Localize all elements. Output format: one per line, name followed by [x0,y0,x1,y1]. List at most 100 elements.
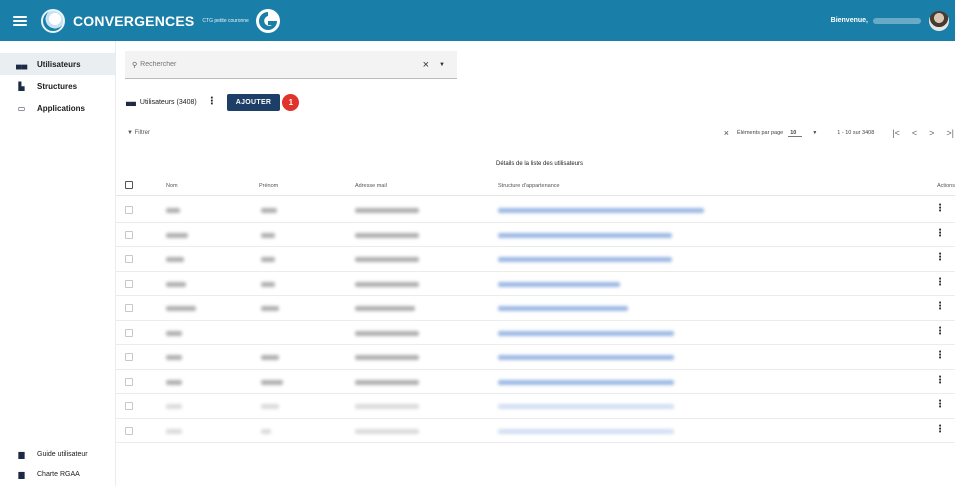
more-options-icon[interactable]: ⋮ [207,97,217,107]
chevron-down-icon[interactable]: ▼ [812,130,817,136]
cell-nom-redacted [166,355,182,360]
row-actions-icon[interactable]: ⋮ [935,326,945,337]
row-checkbox[interactable] [125,328,133,337]
cell-prenom-redacted [261,232,275,238]
sidebar-item-utilisateurs[interactable]: ▄▄ Utilisateurs [0,53,115,75]
sidebar-item-label: Utilisateurs [37,59,81,69]
cell-prenom-redacted [261,208,277,213]
filter-row: ▼ Filtrer × Éléments par page 10 ▼ 1 - 1… [127,126,954,140]
convergences-logo [41,8,65,33]
sidebar-item-charte[interactable]: ▆ Charte RGAA [0,464,115,484]
cell-prenom-redacted [261,257,275,262]
row-checkbox[interactable] [125,255,133,263]
cell-structure-redacted [498,404,674,409]
book-icon: ▆ [18,449,25,459]
row-actions-icon[interactable]: ⋮ [935,400,945,410]
hamburger-icon[interactable] [13,15,27,26]
cell-mail-redacted [355,379,419,385]
cell-structure-redacted [498,428,674,434]
add-user-button[interactable]: AJOUTER [226,93,281,111]
row-actions-icon[interactable]: ⋮ [935,277,945,288]
search-field[interactable]: ⚲ × ▼ [125,51,457,79]
cell-prenom-redacted [261,428,271,434]
row-actions-icon[interactable]: ⋮ [935,253,945,263]
cell-structure-redacted [498,379,674,385]
sidebar-item-label: Applications [37,103,86,113]
next-page-button[interactable]: > [929,128,934,138]
cell-mail-redacted [355,281,419,287]
row-actions-icon[interactable]: ⋮ [935,302,945,312]
table-row[interactable]: ⋮ [116,419,955,443]
first-page-button[interactable]: |< [892,128,900,138]
row-checkbox[interactable] [125,402,133,410]
building-icon: ▙ [18,81,25,91]
table-row[interactable]: ⋮ [116,198,955,223]
table-row[interactable]: ⋮ [116,394,955,419]
select-all-checkbox[interactable] [125,181,133,189]
sidebar-item-label: Guide utilisateur [37,450,88,458]
col-structure[interactable]: Structure d'appartenance [498,183,560,189]
window-icon: ▭ [17,103,26,113]
row-actions-icon[interactable]: ⋮ [935,228,945,239]
row-actions-icon[interactable]: ⋮ [935,204,945,214]
table-row[interactable]: ⋮ [116,345,955,370]
cell-structure-redacted [498,281,620,287]
cell-nom-redacted [166,281,186,287]
sidebar-item-applications[interactable]: ▭ Applications [0,97,115,119]
cell-nom-redacted [166,330,182,336]
sidebar-item-guide[interactable]: ▆ Guide utilisateur [0,444,115,464]
col-prenom[interactable]: Prénom [259,183,278,189]
table-row[interactable]: ⋮ [116,296,955,321]
prev-page-button[interactable]: < [912,128,917,138]
row-checkbox[interactable] [125,304,133,312]
clear-icon[interactable]: × [423,59,429,71]
row-checkbox[interactable] [125,377,133,386]
cell-prenom-redacted [261,355,279,360]
col-actions: Actions [936,182,955,189]
cell-structure-redacted [498,330,674,336]
row-actions-icon[interactable]: ⋮ [935,375,945,386]
cell-structure-redacted [498,208,704,213]
clear-filter-icon[interactable]: × [724,128,729,138]
search-input[interactable] [140,61,423,68]
sidebar-item-structures[interactable]: ▙ Structures [0,75,115,97]
col-mail[interactable]: Adresse mail [355,183,387,189]
cell-nom-redacted [166,257,184,262]
chevron-down-icon[interactable]: ▼ [439,62,445,68]
table-row[interactable]: ⋮ [116,370,955,394]
filter-label: Filtrer [134,130,150,136]
table-caption: Détails de la liste des utilisateurs [496,161,584,167]
table-row[interactable]: ⋮ [116,223,955,247]
cell-prenom-redacted [261,281,275,287]
row-actions-icon[interactable]: ⋮ [935,351,945,361]
table-row[interactable]: ⋮ [116,247,955,272]
cell-prenom-redacted [261,306,279,311]
cell-nom-redacted [166,232,188,238]
col-nom[interactable]: Nom [166,183,178,189]
page-range: 1 - 10 sur 3408 [837,130,875,136]
filter-button[interactable]: ▼ Filtrer [127,130,150,136]
search-icon: ⚲ [132,61,138,69]
users-icon: ▄▄ [126,98,136,106]
per-page-select[interactable]: 10 [788,130,803,137]
row-checkbox[interactable] [125,426,133,435]
table-row[interactable]: ⋮ [116,321,955,345]
row-checkbox[interactable] [125,206,133,214]
cell-structure-redacted [498,355,674,360]
paginator: × Éléments par page 10 ▼ 1 - 10 sur 3408… [724,128,954,138]
row-checkbox[interactable] [125,230,133,239]
row-actions-icon[interactable]: ⋮ [935,424,945,435]
top-bar: CONVERGENCES CTG petite couronne Bienven… [0,0,955,41]
table-row[interactable]: ⋮ [116,272,955,296]
avatar[interactable] [929,10,949,31]
row-checkbox[interactable] [125,353,133,361]
cell-structure-redacted [498,232,672,238]
cell-mail-redacted [355,257,419,262]
row-checkbox[interactable] [125,279,133,288]
app-subtitle: CTG petite couronne [202,17,249,24]
users-icon: ▄▄ [16,59,28,69]
sidebar-item-label: Charte RGAA [37,470,80,478]
sidebar-item-label: Structures [37,81,78,91]
users-toolbar: ▄▄ Utilisateurs (3408) ⋮ AJOUTER 1 [126,92,300,112]
last-page-button[interactable]: >| [946,128,954,138]
